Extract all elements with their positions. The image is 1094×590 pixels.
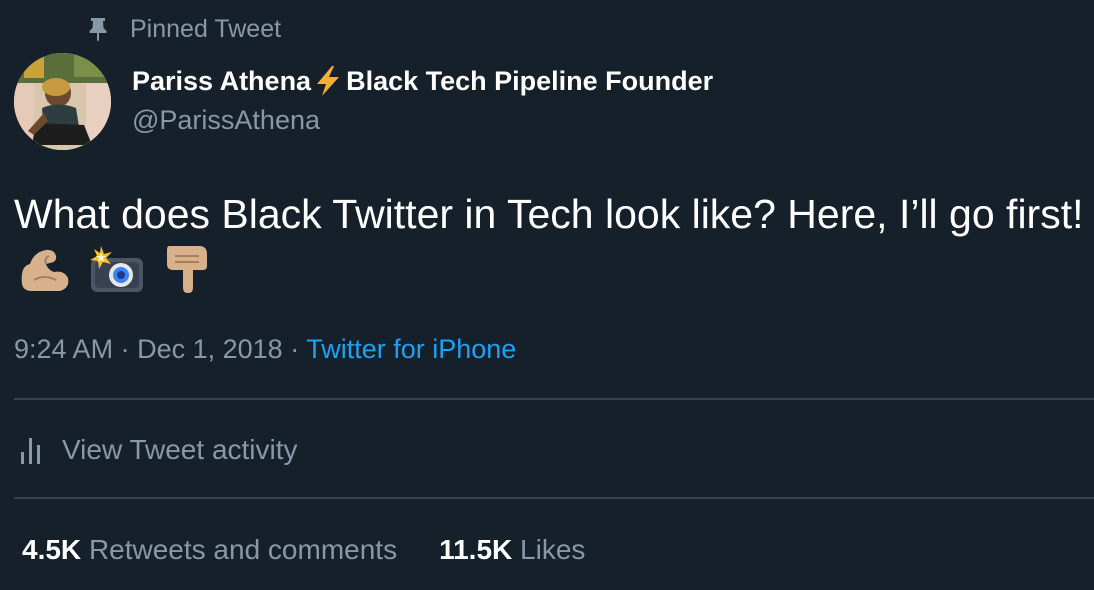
tweet-date[interactable]: Dec 1, 2018 <box>137 334 283 364</box>
pinned-label: Pinned Tweet <box>130 14 282 43</box>
likes-stat[interactable]: 11.5K Likes <box>439 530 585 570</box>
camera-with-flash-icon <box>87 244 145 294</box>
display-name-part1: Pariss Athena <box>132 66 312 96</box>
meta-separator: · <box>290 334 300 364</box>
pin-icon <box>88 16 108 42</box>
avatar[interactable] <box>14 53 111 150</box>
tweet-card: Pinned Tweet Pariss Athena Black Tech Pi… <box>0 0 1094 590</box>
view-tweet-activity-label: View Tweet activity <box>62 434 298 465</box>
bar-chart-icon <box>20 434 42 466</box>
retweets-count: 4.5K <box>22 534 82 565</box>
likes-count: 11.5K <box>439 534 513 565</box>
tweet-stats: 4.5K Retweets and comments 11.5K Likes <box>22 530 627 570</box>
display-name-part2: Black Tech Pipeline Founder <box>346 66 714 96</box>
lightning-bolt-icon <box>313 65 343 97</box>
tweet-source-link[interactable]: Twitter for iPhone <box>306 334 516 364</box>
divider <box>14 398 1094 400</box>
pinned-indicator: Pinned Tweet <box>88 12 281 46</box>
author-handle[interactable]: @ParissAthena <box>132 102 713 138</box>
pointing-down-icon <box>159 244 217 294</box>
display-name[interactable]: Pariss Athena Black Tech Pipeline Founde… <box>132 62 713 100</box>
flexed-biceps-icon <box>16 244 74 294</box>
tweet-author[interactable]: Pariss Athena Black Tech Pipeline Founde… <box>132 62 713 138</box>
likes-label: Likes <box>520 534 586 565</box>
divider <box>14 497 1094 499</box>
retweets-stat[interactable]: 4.5K Retweets and comments <box>22 530 397 570</box>
tweet-meta: 9:24 AM · Dec 1, 2018 · Twitter for iPho… <box>14 330 516 368</box>
meta-separator: · <box>120 334 130 364</box>
tweet-time[interactable]: 9:24 AM <box>14 334 113 364</box>
tweet-text: What does Black Twitter in Tech look lik… <box>14 186 1084 298</box>
view-tweet-activity-button[interactable]: View Tweet activity <box>20 430 298 470</box>
tweet-body: What does Black Twitter in Tech look lik… <box>14 191 1084 237</box>
retweets-label: Retweets and comments <box>88 534 398 565</box>
